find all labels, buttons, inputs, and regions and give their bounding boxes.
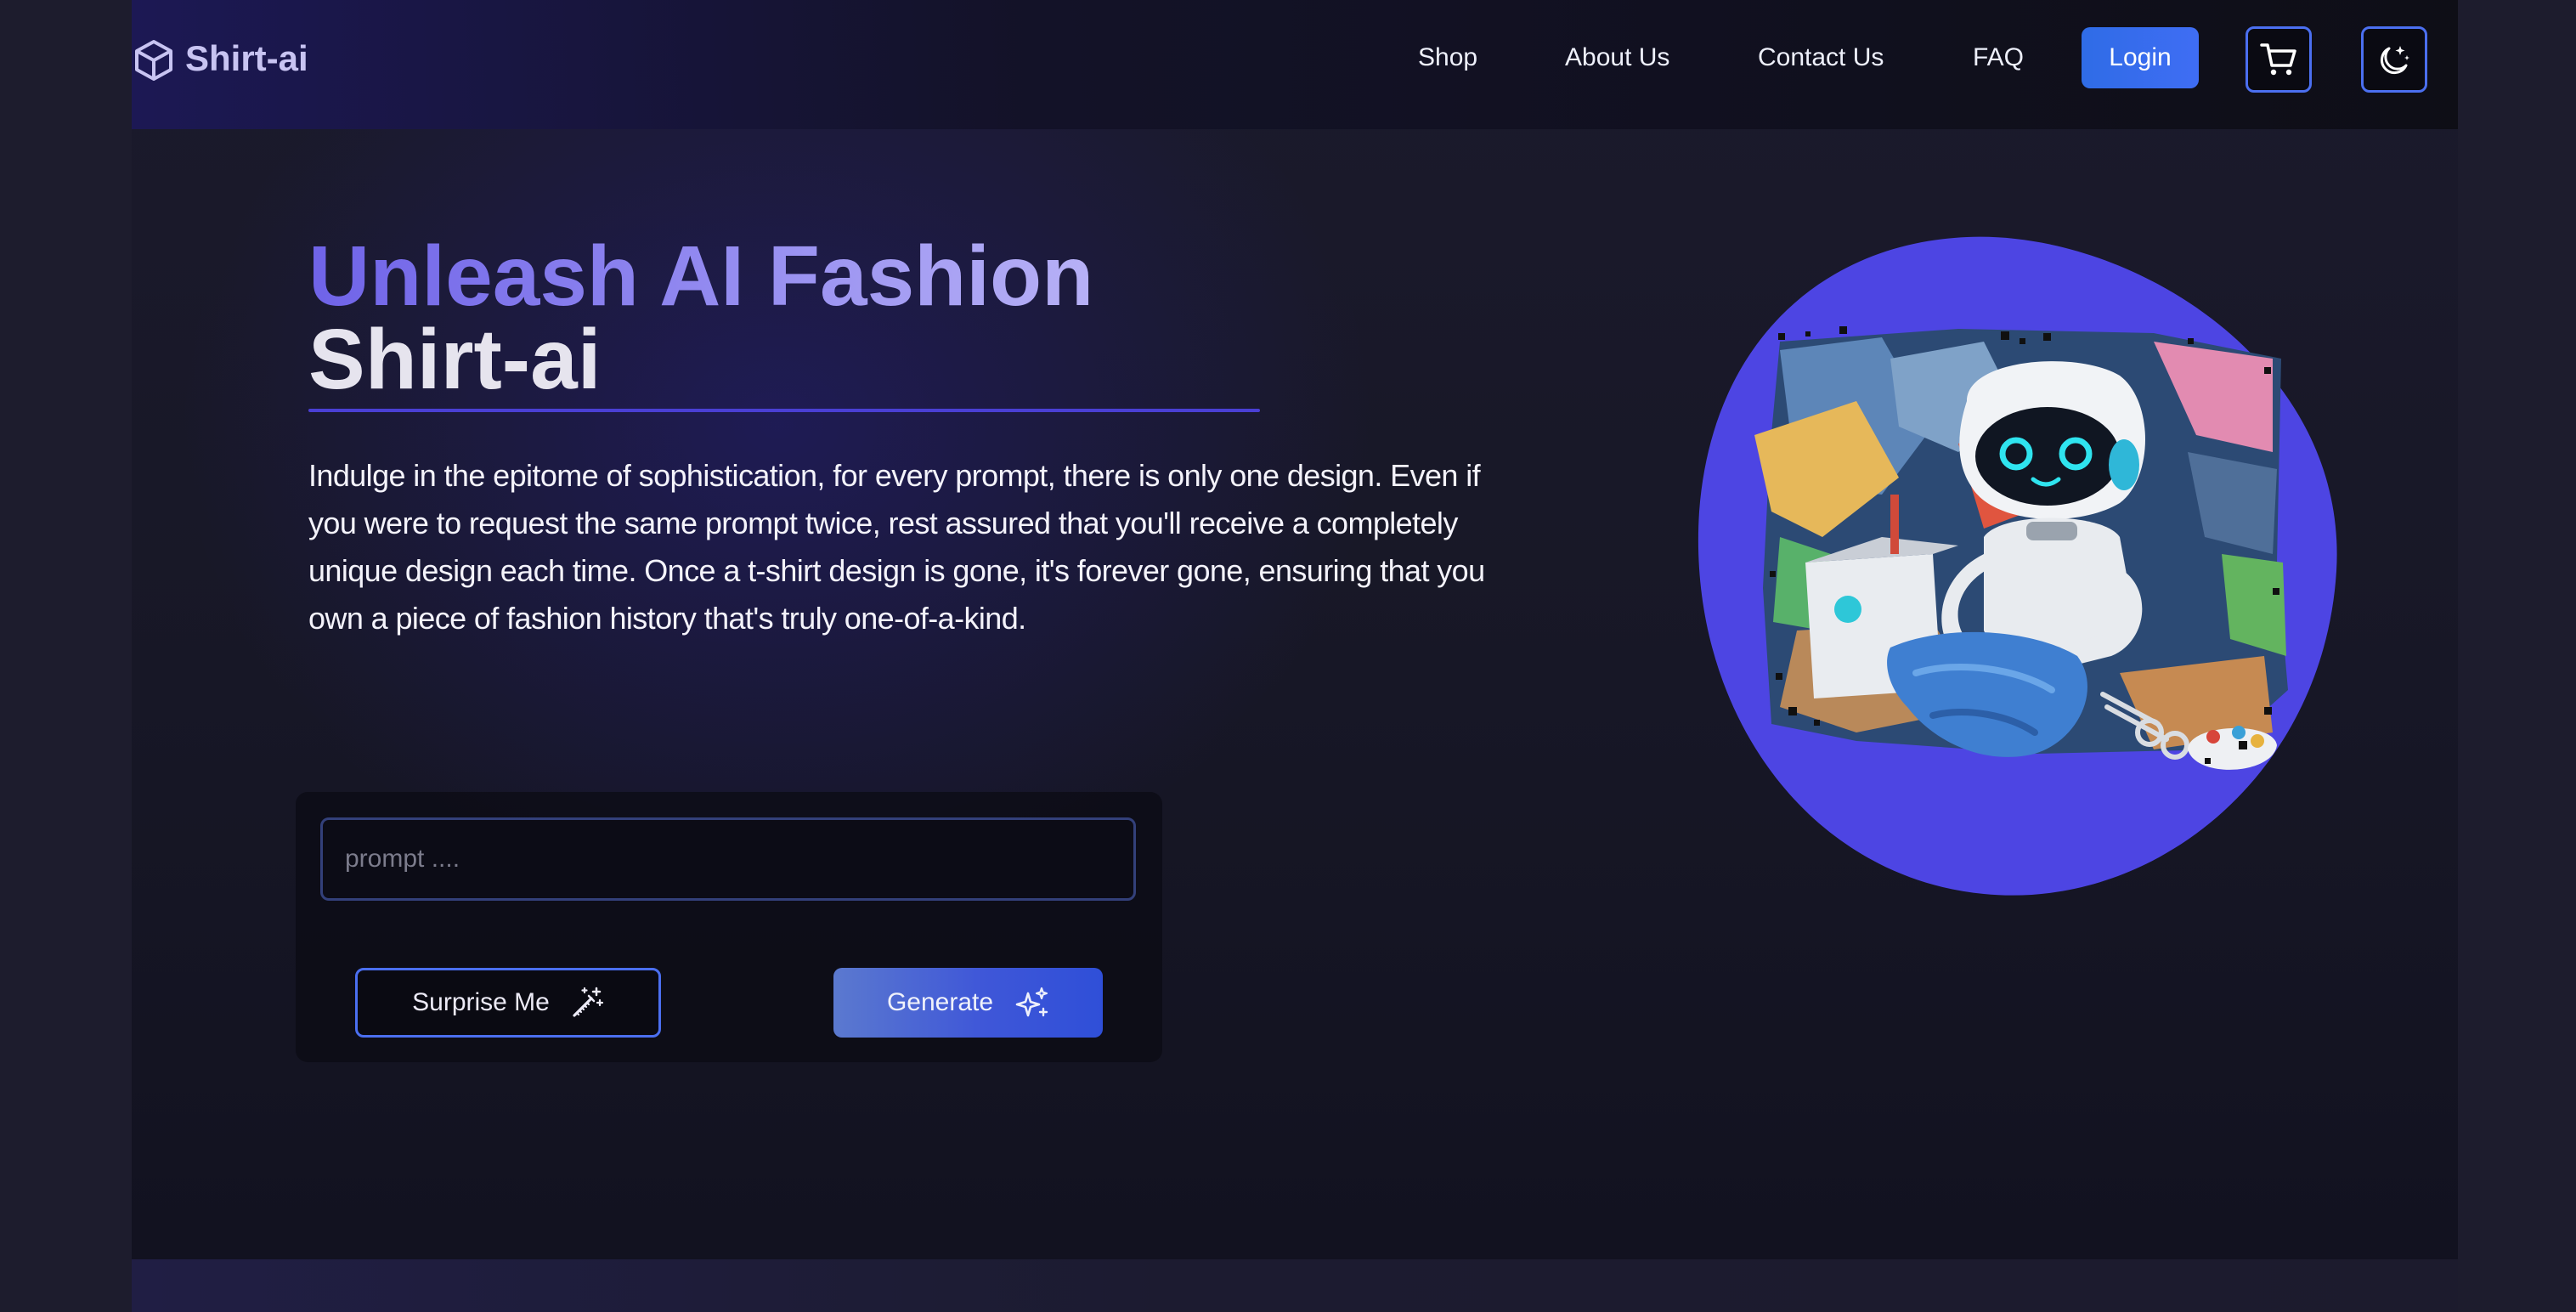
- nav-link-contact-us[interactable]: Contact Us: [1758, 39, 1884, 76]
- prompt-input[interactable]: [320, 817, 1136, 901]
- nav-link-faq[interactable]: FAQ: [1973, 39, 2024, 76]
- surprise-me-label: Surprise Me: [412, 988, 550, 1016]
- hero-title-line-2: Shirt-ai: [308, 312, 602, 407]
- hero-description: Indulge in the epitome of sophistication…: [308, 458, 1485, 636]
- hero-title-line-1: Unleash AI Fashion: [308, 229, 1094, 324]
- nav-link-about-us[interactable]: About Us: [1565, 39, 1669, 76]
- next-section-edge: [132, 1259, 2458, 1312]
- generate-button[interactable]: Generate: [833, 968, 1103, 1038]
- theme-toggle-button[interactable]: [2361, 26, 2427, 93]
- sparkles-icon: [1015, 987, 1048, 1017]
- title-underline: [308, 409, 1260, 412]
- login-button[interactable]: Login: [2082, 27, 2199, 88]
- cube-icon: [135, 40, 172, 81]
- shopping-cart-icon: [2260, 43, 2296, 76]
- page: Shirt-ai Shop About Us Contact Us FAQ Lo…: [132, 0, 2458, 1259]
- moon-stars-icon: [2380, 46, 2409, 75]
- robot-tailor-illustration: [1698, 236, 2337, 896]
- surprise-me-button[interactable]: Surprise Me: [355, 968, 661, 1038]
- top-navigation-bar: Shirt-ai Shop About Us Contact Us FAQ Lo…: [132, 0, 2458, 129]
- cart-button[interactable]: [2246, 26, 2312, 93]
- nav-link-shop[interactable]: Shop: [1418, 39, 1477, 76]
- generate-label: Generate: [886, 988, 994, 1016]
- brand-name: Shirt-ai: [185, 38, 308, 78]
- magic-wand-icon: [573, 987, 603, 1017]
